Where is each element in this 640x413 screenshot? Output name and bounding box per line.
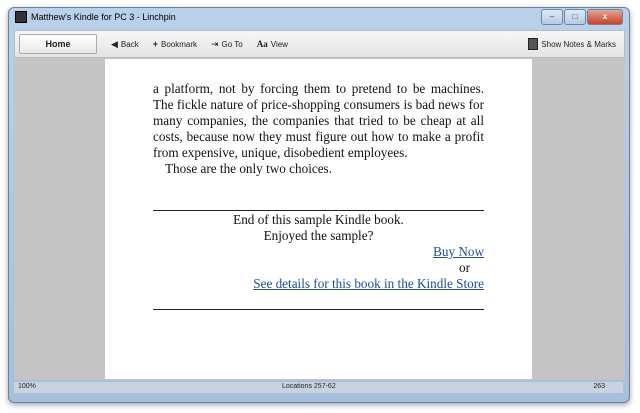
- maximize-button[interactable]: □: [564, 9, 586, 25]
- home-button[interactable]: Home: [19, 34, 97, 54]
- buy-now-link[interactable]: Buy Now: [433, 244, 484, 259]
- notes-icon: [528, 38, 539, 50]
- reading-area: a platform, not by forcing them to prete…: [14, 58, 625, 380]
- divider: [153, 210, 484, 211]
- plus-icon: +: [152, 39, 158, 49]
- view-button[interactable]: Aa View: [257, 39, 288, 49]
- goto-icon: ⇥: [211, 38, 219, 49]
- font-view-icon: Aa: [256, 39, 268, 49]
- location-range: Locations 257-62: [282, 383, 336, 390]
- divider: [153, 309, 484, 310]
- toolbar: Home ◀ Back + Bookmark ⇥ Go To Aa View Show …: [14, 30, 625, 58]
- book-page: a platform, not by forcing them to prete…: [105, 59, 532, 379]
- goto-label: Go To: [221, 39, 243, 49]
- back-label: Back: [120, 39, 139, 49]
- book-paragraph: Those are the only two choices.: [165, 161, 332, 176]
- title-bar: Matthew's Kindle for PC 3 - Linchpin: [15, 11, 176, 23]
- show-notes-button[interactable]: Show Notes & Marks: [528, 38, 616, 50]
- bookmark-button[interactable]: + Bookmark: [153, 39, 197, 49]
- bookmark-label: Bookmark: [160, 39, 197, 49]
- or-text: or: [459, 260, 470, 275]
- view-label: View: [270, 39, 288, 49]
- total-locations: 263: [593, 383, 605, 390]
- minimize-button[interactable]: –: [541, 9, 563, 25]
- window-title: Matthew's Kindle for PC 3 - Linchpin: [31, 12, 176, 22]
- app-window: Matthew's Kindle for PC 3 - Linchpin – □…: [8, 7, 630, 403]
- enjoyed-text: Enjoyed the sample?: [263, 228, 374, 243]
- kindle-store-link[interactable]: See details for this book in the Kindle …: [253, 276, 484, 291]
- close-button[interactable]: x: [587, 9, 623, 25]
- goto-button[interactable]: ⇥ Go To: [211, 39, 243, 50]
- back-arrow-icon: ◀: [111, 38, 118, 49]
- kindle-app-icon: [15, 11, 27, 23]
- end-text: End of this sample Kindle book.: [233, 212, 404, 227]
- back-button[interactable]: ◀ Back: [111, 39, 139, 50]
- status-bar: 100% Locations 257-62 263: [14, 382, 623, 393]
- zoom-level: 100%: [18, 383, 36, 390]
- notes-label: Show Notes & Marks: [541, 39, 616, 49]
- book-paragraph: a platform, not by forcing them to prete…: [153, 81, 484, 160]
